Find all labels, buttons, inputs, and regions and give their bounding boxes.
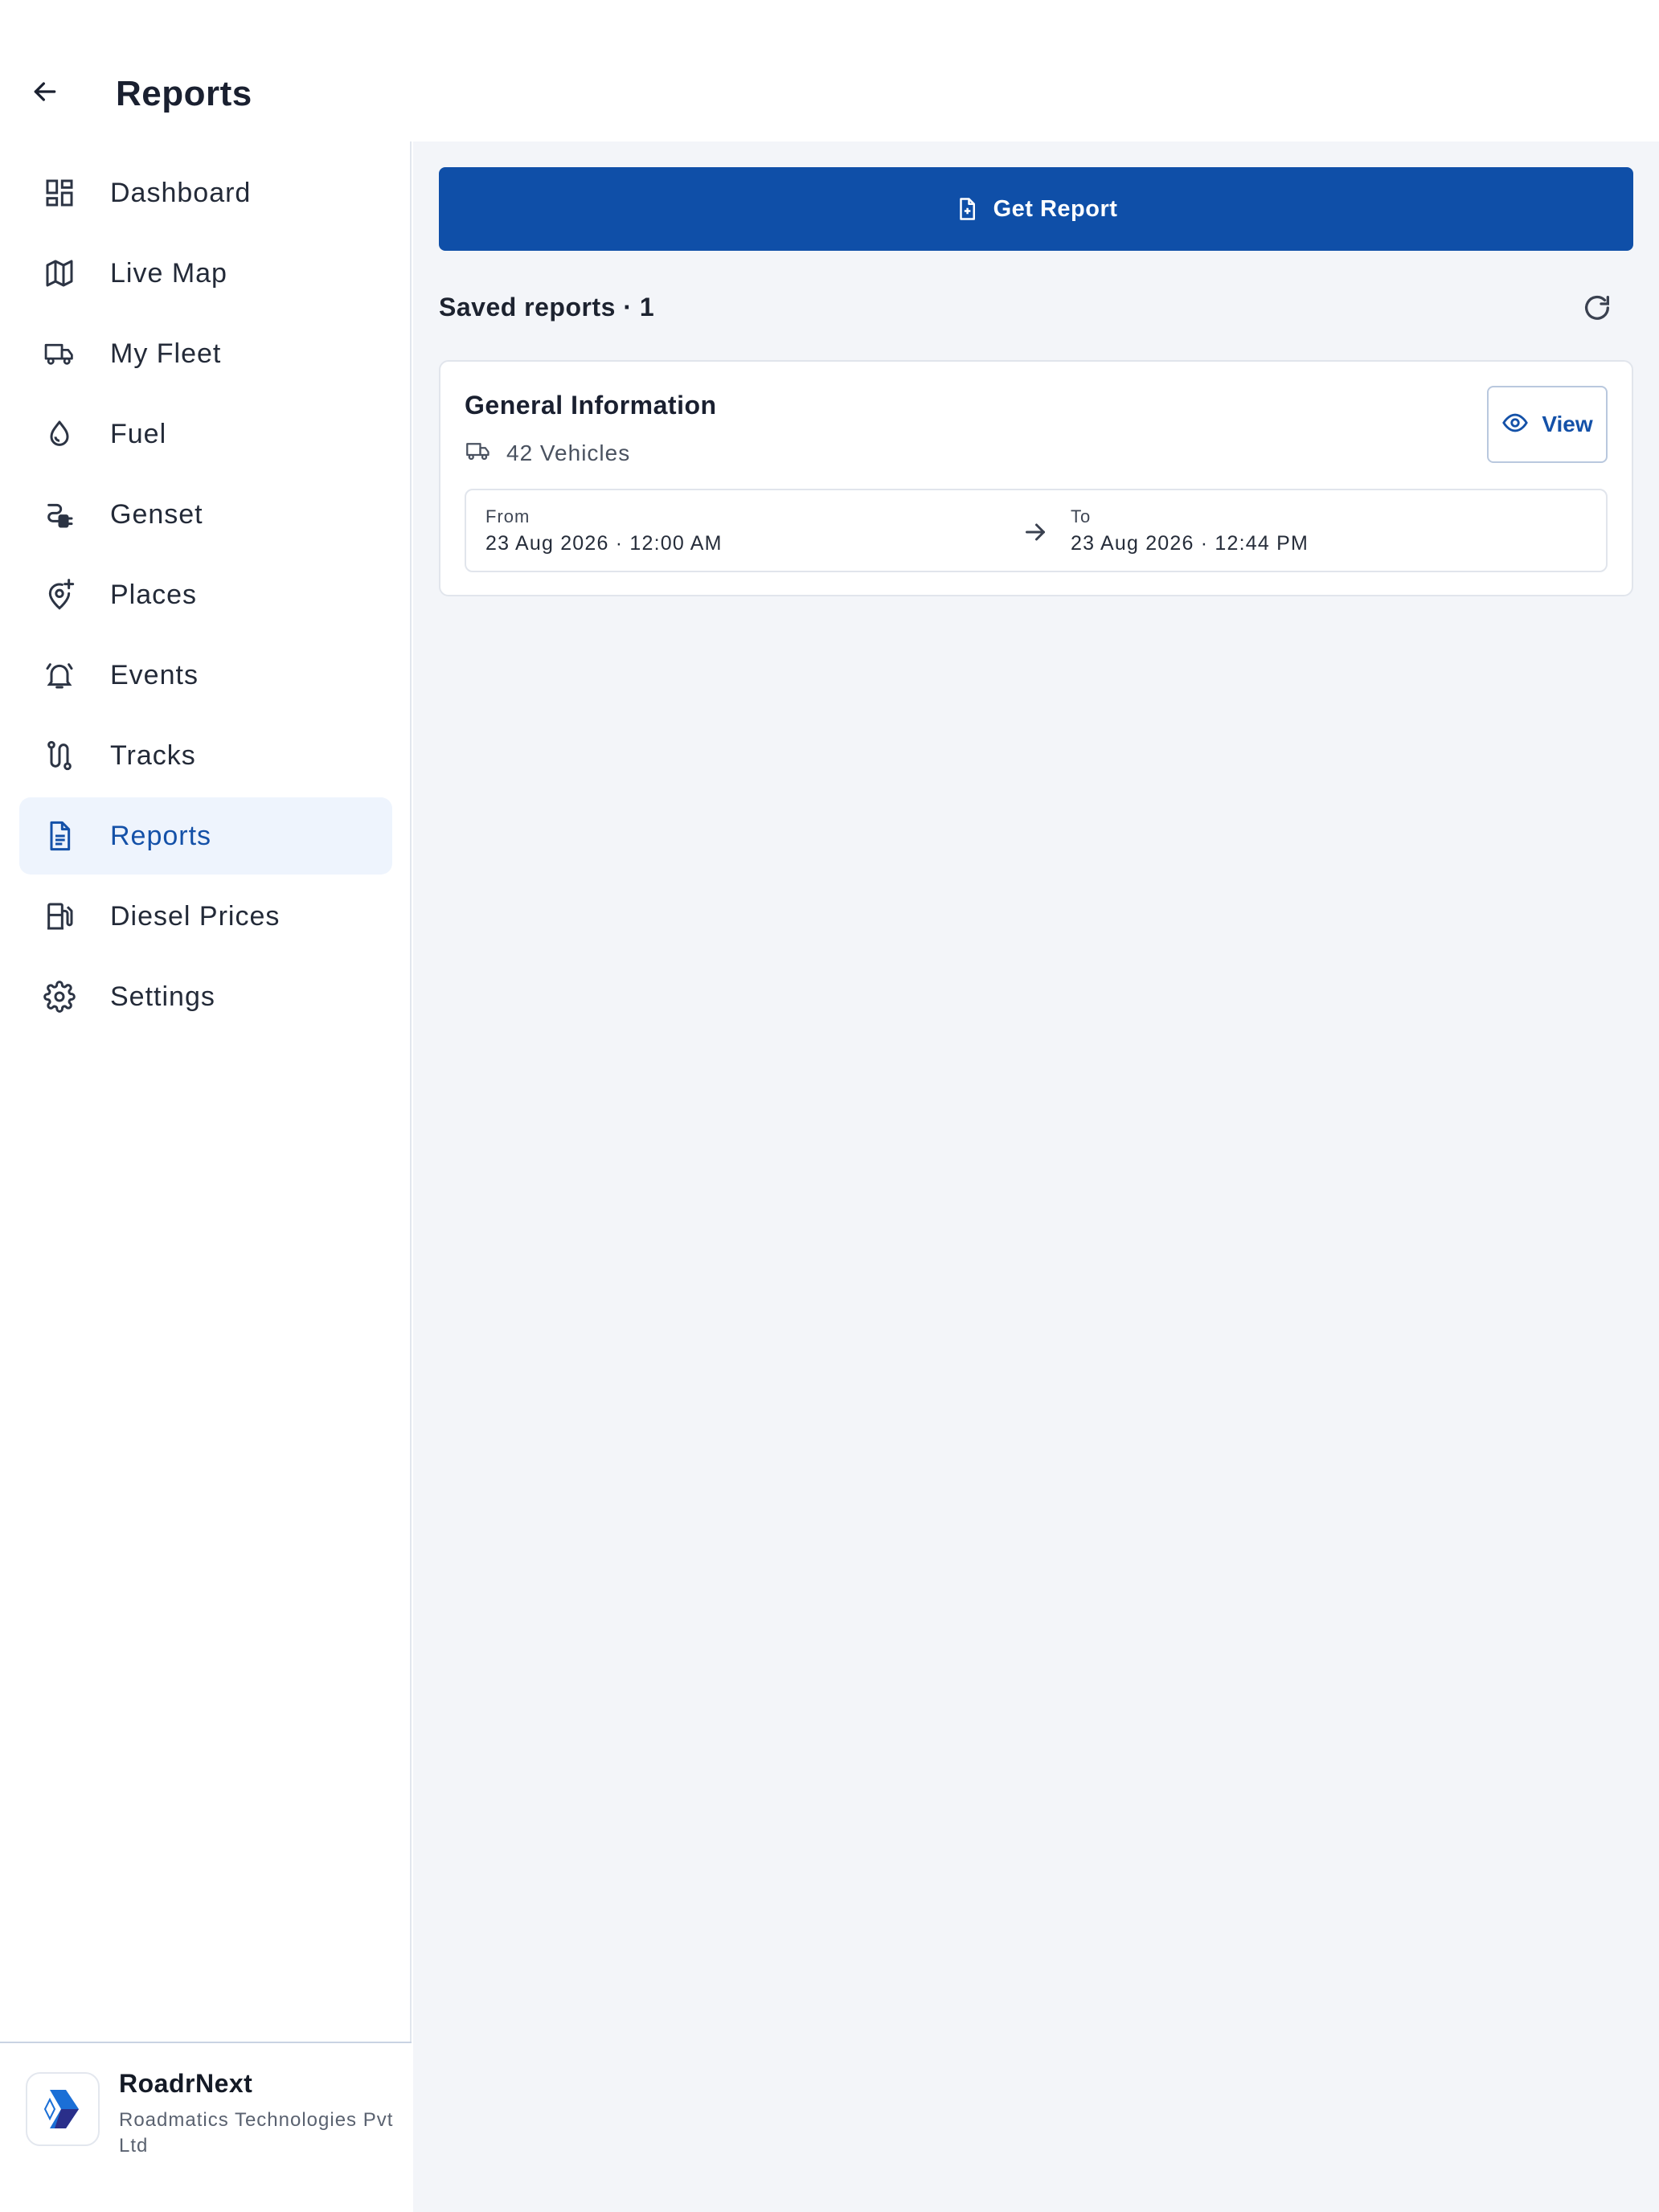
- truck-icon: [465, 439, 492, 467]
- vehicle-count-text: 42 Vehicles: [506, 440, 631, 465]
- sidebar-item-tracks[interactable]: Tracks: [19, 717, 392, 794]
- sidebar-item-label: My Fleet: [110, 338, 222, 369]
- page-title: Reports: [116, 74, 252, 113]
- alarm-bell-icon: [43, 659, 76, 691]
- report-title: General Information: [465, 391, 717, 420]
- gear-icon: [43, 981, 76, 1013]
- arrow-right-icon: [1021, 518, 1050, 547]
- genset-plug-icon: [43, 498, 76, 530]
- sidebar-item-live-map[interactable]: Live Map: [19, 235, 392, 312]
- route-icon: [43, 739, 76, 772]
- sidebar-item-label: Dashboard: [110, 178, 252, 208]
- sidebar-item-dashboard[interactable]: Dashboard: [19, 154, 392, 231]
- back-button[interactable]: [24, 72, 66, 114]
- map-icon: [43, 257, 76, 289]
- sidebar-item-label: Genset: [110, 499, 203, 530]
- get-report-button[interactable]: Get Report: [439, 167, 1633, 251]
- get-report-label: Get Report: [993, 195, 1118, 222]
- from-label: From: [485, 506, 530, 526]
- sidebar-item-label: Diesel Prices: [110, 901, 281, 932]
- sidebar-item-label: Live Map: [110, 258, 227, 289]
- sidebar: Dashboard Live Map My Fleet Fuel Genset …: [0, 141, 412, 2212]
- sidebar-item-places[interactable]: Places: [19, 556, 392, 633]
- sidebar-item-diesel-prices[interactable]: Diesel Prices: [19, 878, 392, 955]
- main-content: Get Report Saved reports · 1 General Inf…: [413, 141, 1659, 2212]
- refresh-button[interactable]: [1575, 288, 1619, 331]
- report-card[interactable]: General Information 42 Vehicles View Fro…: [439, 360, 1633, 596]
- sidebar-item-my-fleet[interactable]: My Fleet: [19, 315, 392, 392]
- sidebar-item-label: Fuel: [110, 419, 167, 449]
- date-range: From 23 Aug 2026 · 12:00 AM To 23 Aug 20…: [465, 489, 1608, 572]
- sidebar-item-label: Tracks: [110, 740, 196, 771]
- from-value: 23 Aug 2026 · 12:00 AM: [485, 532, 723, 555]
- company-name: Roadmatics Technologies Pvt Ltd: [119, 2109, 394, 2157]
- brand-name: RoadrNext: [119, 2069, 253, 2098]
- sidebar-item-events[interactable]: Events: [19, 637, 392, 714]
- sidebar-item-settings[interactable]: Settings: [19, 958, 392, 1035]
- dashboard-icon: [43, 177, 76, 209]
- saved-reports-title: Saved reports · 1: [439, 293, 655, 322]
- arrow-left-icon: [29, 76, 61, 112]
- sidebar-item-reports[interactable]: Reports: [19, 797, 392, 875]
- to-value: 23 Aug 2026 · 12:44 PM: [1071, 532, 1309, 555]
- file-add-icon: [955, 196, 979, 222]
- view-report-button[interactable]: View: [1487, 386, 1608, 463]
- sidebar-footer: RoadrNext Roadmatics Technologies Pvt Lt…: [0, 2042, 412, 2212]
- to-label: To: [1071, 506, 1092, 526]
- fuel-pump-icon: [43, 900, 76, 932]
- view-label: View: [1542, 412, 1593, 436]
- sidebar-item-fuel[interactable]: Fuel: [19, 395, 392, 473]
- eye-icon: [1501, 409, 1529, 440]
- sidebar-item-label: Places: [110, 580, 198, 610]
- vehicle-count: 42 Vehicles: [465, 439, 630, 467]
- sidebar-item-genset[interactable]: Genset: [19, 476, 392, 553]
- app-header: Reports: [0, 0, 1659, 141]
- place-pin-add-icon: [43, 579, 76, 611]
- fuel-drop-icon: [43, 418, 76, 450]
- refresh-icon: [1581, 292, 1613, 328]
- company-logo: [26, 2072, 100, 2146]
- truck-icon: [43, 338, 76, 370]
- sidebar-item-label: Reports: [110, 821, 212, 851]
- sidebar-item-label: Events: [110, 660, 199, 690]
- sidebar-item-label: Settings: [110, 981, 215, 1012]
- document-icon: [43, 820, 76, 852]
